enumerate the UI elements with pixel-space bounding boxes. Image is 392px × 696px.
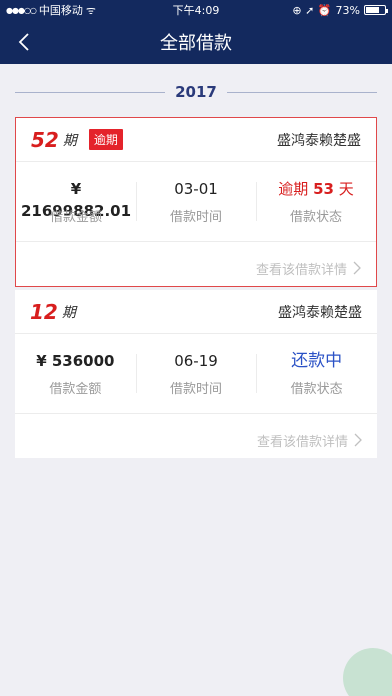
detail-link-text: 查看该借款详情 <box>256 434 348 450</box>
overdue-badge: 逾期 <box>88 129 123 150</box>
loan-status: 还款中 <box>291 351 343 371</box>
loan-date-label: 借款时间 <box>169 210 222 225</box>
status-icons: ⊕ ➚ ⏰ <box>292 3 332 17</box>
loan-period: 12 <box>30 299 58 324</box>
status-right: ⊕ ➚ ⏰ 73% <box>292 3 388 17</box>
lender-name: 盛鸿泰赖楚盛 <box>278 304 362 321</box>
loan-amount-col: ¥ 536000 借款金额 <box>15 350 136 397</box>
loan-date-label: 借款时间 <box>170 382 223 397</box>
loan-date: 06-19 <box>174 352 218 370</box>
loan-info-row: ¥ 536000 借款金额 06-19 借款时间 还款中 借款状态 <box>15 334 377 414</box>
loan-status-col: 还款中 借款状态 <box>256 350 377 397</box>
lender-name: 盛鸿泰赖楚盛 <box>277 132 361 149</box>
loan-period: 52 <box>31 127 59 152</box>
loan-date-col: 06-19 借款时间 <box>135 350 257 397</box>
status-bar: ●●●○○ 中国移动 ᯤ 下午4:09 ⊕ ➚ ⏰ 73% <box>0 0 392 20</box>
signal-icon: ●●●○○ <box>6 5 37 15</box>
loan-status-col: 逾期 53 天 借款状态 <box>256 178 376 225</box>
overdue-suffix: 天 <box>338 180 354 198</box>
loan-card-overdue[interactable]: 52 期 逾期 盛鸿泰赖楚盛 ¥ 21699882.01 借款金额 03-01 … <box>15 117 377 287</box>
divider-line-right <box>226 91 377 93</box>
loan-date: 03-01 <box>174 180 218 198</box>
battery-percent: 73% <box>335 3 360 17</box>
chevron-right-icon <box>354 433 362 447</box>
loan-period-unit: 期 <box>62 132 77 149</box>
year-divider: 2017 <box>15 78 377 106</box>
chevron-left-icon <box>18 33 29 51</box>
year-label: 2017 <box>175 83 217 101</box>
floating-action-button[interactable] <box>343 648 392 696</box>
loan-status: 逾期 53 天 <box>256 178 376 200</box>
loan-card-repaying[interactable]: 12 期 盛鸿泰赖楚盛 ¥ 536000 借款金额 06-19 借款时间 还款中… <box>15 290 377 458</box>
app-header: ●●●○○ 中国移动 ᯤ 下午4:09 ⊕ ➚ ⏰ 73% 全部借款 <box>0 0 392 64</box>
detail-link-text: 查看该借款详情 <box>255 262 347 278</box>
overdue-days: 53 <box>313 180 334 198</box>
loan-status-label: 借款状态 <box>289 210 342 225</box>
chevron-right-icon <box>353 261 361 275</box>
divider-line-left <box>15 91 166 93</box>
wifi-icon: ᯤ <box>85 3 96 17</box>
loan-amount: ¥ 21699882.01 <box>20 180 132 220</box>
loan-card-header: 12 期 盛鸿泰赖楚盛 <box>15 290 377 334</box>
status-left: ●●●○○ 中国移动 ᯤ <box>6 2 96 18</box>
loan-card-header: 52 期 逾期 盛鸿泰赖楚盛 <box>16 118 376 162</box>
page-title: 全部借款 <box>160 33 232 54</box>
nav-bar: 全部借款 <box>0 20 392 64</box>
loan-detail-link[interactable]: 查看该借款详情 <box>16 250 376 286</box>
loan-amount-col: ¥ 21699882.01 借款金额 <box>16 178 136 225</box>
back-button[interactable] <box>10 28 38 56</box>
loan-amount: ¥ 536000 <box>36 352 115 370</box>
loan-period-unit: 期 <box>61 304 76 321</box>
loan-date-col: 03-01 借款时间 <box>136 178 256 225</box>
loan-amount-label: 借款金额 <box>49 382 102 397</box>
loan-detail-link[interactable]: 查看该借款详情 <box>15 422 377 458</box>
battery-icon <box>364 5 388 15</box>
loan-info-row: ¥ 21699882.01 借款金额 03-01 借款时间 逾期 53 天 借款… <box>16 162 376 242</box>
overdue-prefix: 逾期 <box>278 180 309 198</box>
loan-status-label: 借款状态 <box>290 382 343 397</box>
carrier-label: 中国移动 <box>38 4 83 17</box>
